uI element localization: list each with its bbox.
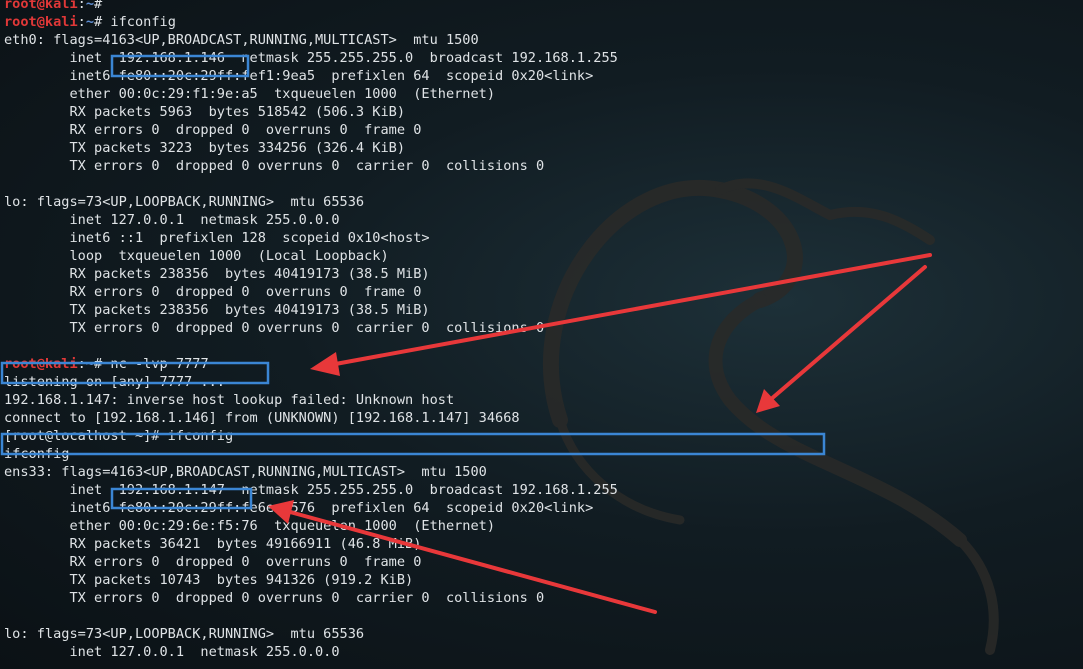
output-text: inet 127.0.0.1 netmask 255.0.0.0: [4, 644, 340, 660]
output-text: [root@localhost ~]# ifconfig: [4, 428, 234, 444]
output-line: TX packets 238356 bytes 40419173 (38.5 M…: [4, 301, 618, 319]
output-line: RX errors 0 dropped 0 overruns 0 frame 0: [4, 553, 618, 571]
output-line: TX errors 0 dropped 0 overruns 0 carrier…: [4, 157, 618, 175]
output-line: eth0: flags=4163<UP,BROADCAST,RUNNING,MU…: [4, 31, 618, 49]
output-line: ens33: flags=4163<UP,BROADCAST,RUNNING,M…: [4, 463, 618, 481]
output-text: lo: flags=73<UP,LOOPBACK,RUNNING> mtu 65…: [4, 626, 365, 642]
prompt-user: root@kali: [4, 14, 78, 30]
output-line: 192.168.1.147: inverse host lookup faile…: [4, 391, 618, 409]
output-text: listening on [any] 7777 ...: [4, 374, 225, 390]
output-text: ifconfig: [4, 446, 70, 462]
output-text: ether 00:0c:29:f1:9e:a5 txqueuelen 1000 …: [4, 86, 496, 102]
output-text: inet 127.0.0.1 netmask 255.0.0.0: [4, 212, 340, 228]
prompt-path: ~: [85, 0, 95, 12]
prompt-symbol: #: [94, 356, 111, 372]
output-line: lo: flags=73<UP,LOOPBACK,RUNNING> mtu 65…: [4, 193, 618, 211]
prompt-symbol: #: [94, 0, 111, 12]
prompt-path: ~: [85, 356, 95, 372]
output-line: [4, 175, 618, 193]
prompt-separator: :: [77, 356, 86, 372]
output-line: ether 00:0c:29:6e:f5:76 txqueuelen 1000 …: [4, 517, 618, 535]
output-text: eth0: flags=4163<UP,BROADCAST,RUNNING,MU…: [4, 32, 479, 48]
output-text: loop txqueuelen 1000 (Local Loopback): [4, 248, 389, 264]
prompt-line: root@kali:~#: [4, 0, 618, 13]
output-text: TX packets 10743 bytes 941326 (919.2 KiB…: [4, 572, 414, 588]
output-line: RX errors 0 dropped 0 overruns 0 frame 0: [4, 121, 618, 139]
output-line: ether 00:0c:29:f1:9e:a5 txqueuelen 1000 …: [4, 85, 618, 103]
command-text: ifconfig: [110, 14, 176, 30]
prompt-separator: :: [77, 14, 86, 30]
output-text: inet 192.168.1.146 netmask 255.255.255.0…: [4, 50, 618, 66]
terminal-output: root@kali:~# root@kali:~# ifconfig eth0: …: [4, 0, 618, 661]
output-text: RX packets 5963 bytes 518542 (506.3 KiB): [4, 104, 406, 120]
output-line: [4, 337, 618, 355]
output-line: inet 192.168.1.146 netmask 255.255.255.0…: [4, 49, 618, 67]
output-line: listening on [any] 7777 ...: [4, 373, 618, 391]
output-line: [4, 607, 618, 625]
output-line: TX errors 0 dropped 0 overruns 0 carrier…: [4, 589, 618, 607]
output-line: connect to [192.168.1.146] from (UNKNOWN…: [4, 409, 618, 427]
prompt-user: root@kali: [4, 0, 78, 12]
output-text: ens33: flags=4163<UP,BROADCAST,RUNNING,M…: [4, 464, 487, 480]
prompt-user: root@kali: [4, 356, 78, 372]
output-line: TX packets 10743 bytes 941326 (919.2 KiB…: [4, 571, 618, 589]
output-line: RX packets 36421 bytes 49166911 (46.8 Mi…: [4, 535, 618, 553]
terminal-window[interactable]: root@kali:~# root@kali:~# ifconfig eth0: …: [0, 0, 1083, 669]
output-text: inet6 ::1 prefixlen 128 scopeid 0x10<hos…: [4, 230, 430, 246]
prompt-path: ~: [85, 14, 95, 30]
output-text: 192.168.1.147: inverse host lookup faile…: [4, 392, 455, 408]
output-text: RX errors 0 dropped 0 overruns 0 frame 0: [4, 284, 422, 300]
output-text: TX packets 238356 bytes 40419173 (38.5 M…: [4, 302, 430, 318]
output-line: inet6 fe80::20c:29ff:fef1:9ea5 prefixlen…: [4, 67, 618, 85]
prompt-separator: :: [77, 0, 86, 12]
output-text: lo: flags=73<UP,LOOPBACK,RUNNING> mtu 65…: [4, 194, 365, 210]
output-line: RX errors 0 dropped 0 overruns 0 frame 0: [4, 283, 618, 301]
output-text: TX packets 3223 bytes 334256 (326.4 KiB): [4, 140, 406, 156]
output-line: inet6 ::1 prefixlen 128 scopeid 0x10<hos…: [4, 229, 618, 247]
output-line: inet 127.0.0.1 netmask 255.0.0.0: [4, 211, 618, 229]
output-text: TX errors 0 dropped 0 overruns 0 carrier…: [4, 320, 545, 336]
output-line: TX packets 3223 bytes 334256 (326.4 KiB): [4, 139, 618, 157]
output-line: [root@localhost ~]# ifconfig: [4, 427, 618, 445]
output-text: TX errors 0 dropped 0 overruns 0 carrier…: [4, 590, 545, 606]
prompt-line: root@kali:~# ifconfig: [4, 13, 618, 31]
output-line: inet 192.168.1.147 netmask 255.255.255.0…: [4, 481, 618, 499]
prompt-symbol: #: [94, 14, 111, 30]
output-text: RX packets 36421 bytes 49166911 (46.8 Mi…: [4, 536, 422, 552]
command-text: nc -lvp 7777: [110, 356, 209, 372]
output-text: inet6 fe80::20c:29ff:fe6e:f576 prefixlen…: [4, 500, 594, 516]
output-text: connect to [192.168.1.146] from (UNKNOWN…: [4, 410, 520, 426]
output-line: RX packets 5963 bytes 518542 (506.3 KiB): [4, 103, 618, 121]
prompt-line: root@kali:~# nc -lvp 7777: [4, 355, 618, 373]
output-text: RX errors 0 dropped 0 overruns 0 frame 0: [4, 554, 422, 570]
output-line: inet 127.0.0.1 netmask 255.0.0.0: [4, 643, 618, 661]
output-text: inet 192.168.1.147 netmask 255.255.255.0…: [4, 482, 618, 498]
output-text: RX packets 238356 bytes 40419173 (38.5 M…: [4, 266, 430, 282]
output-line: RX packets 238356 bytes 40419173 (38.5 M…: [4, 265, 618, 283]
output-text: inet6 fe80::20c:29ff:fef1:9ea5 prefixlen…: [4, 68, 594, 84]
output-text: ether 00:0c:29:6e:f5:76 txqueuelen 1000 …: [4, 518, 496, 534]
output-text: RX errors 0 dropped 0 overruns 0 frame 0: [4, 122, 422, 138]
output-text: TX errors 0 dropped 0 overruns 0 carrier…: [4, 158, 545, 174]
output-line: inet6 fe80::20c:29ff:fe6e:f576 prefixlen…: [4, 499, 618, 517]
output-line: ifconfig: [4, 445, 618, 463]
output-line: loop txqueuelen 1000 (Local Loopback): [4, 247, 618, 265]
output-line: lo: flags=73<UP,LOOPBACK,RUNNING> mtu 65…: [4, 625, 618, 643]
output-line: TX errors 0 dropped 0 overruns 0 carrier…: [4, 319, 618, 337]
